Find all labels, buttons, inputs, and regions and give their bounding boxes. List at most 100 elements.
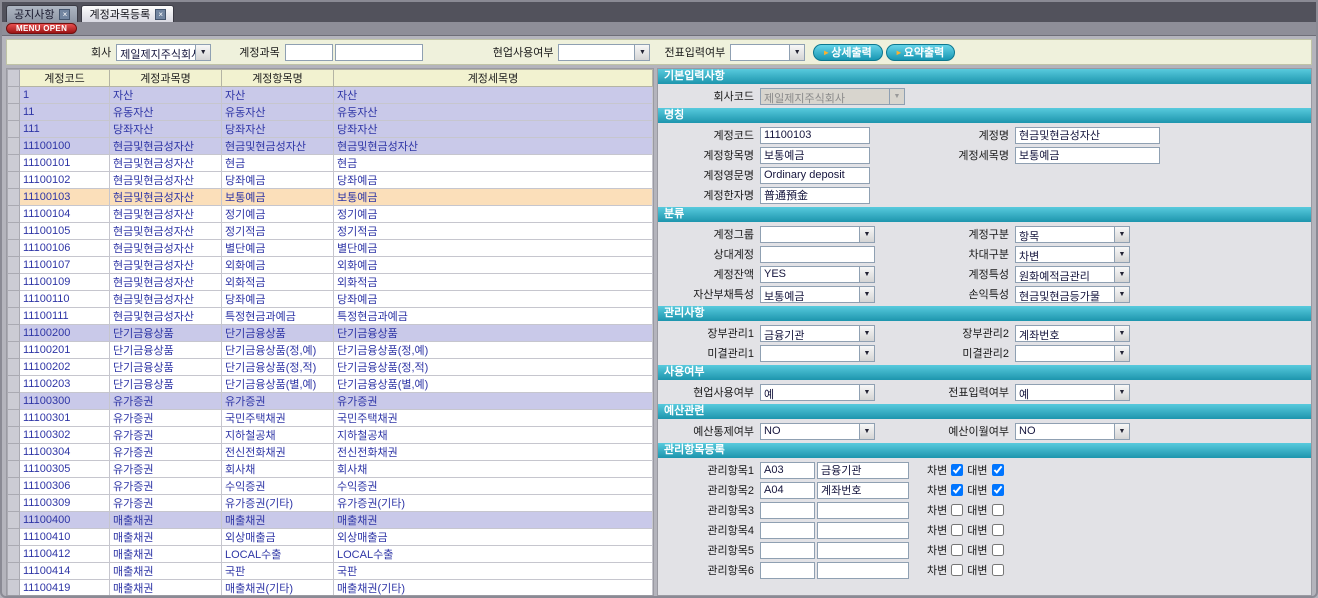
mgmt-item-code-input[interactable] [760, 542, 815, 559]
table-row[interactable]: 11100305유가증권회사채회사채 [8, 461, 653, 478]
mgmt-item-code-input[interactable] [760, 562, 815, 579]
row-indicator[interactable] [8, 427, 20, 444]
chevron-down-icon[interactable]: ▼ [859, 267, 874, 282]
tab-close-icon[interactable]: × [155, 9, 166, 20]
chevron-down-icon[interactable]: ▼ [1114, 227, 1129, 242]
table-row[interactable]: 11100103현금및현금성자산보통예금보통예금 [8, 189, 653, 206]
account-division-select[interactable]: 항목 ▼ [1015, 226, 1130, 243]
item-name-input[interactable] [760, 147, 870, 164]
mgmt-item-name-input[interactable] [817, 522, 909, 539]
tab-notice[interactable]: 공지사항 × [6, 5, 78, 22]
chevron-down-icon[interactable]: ▼ [1114, 287, 1129, 302]
table-row[interactable]: 11100104현금및현금성자산정기예금정기예금 [8, 206, 653, 223]
budget-control-select[interactable]: NO ▼ [760, 423, 875, 440]
field-use-filter-select[interactable]: ▼ [558, 44, 650, 61]
table-row[interactable]: 11유동자산유동자산유동자산 [8, 104, 653, 121]
row-indicator[interactable] [8, 580, 20, 597]
mgmt-item-name-input[interactable] [817, 482, 909, 499]
row-indicator[interactable] [8, 308, 20, 325]
table-row[interactable]: 11100419매출채권매출채권(기타)매출채권(기타) [8, 580, 653, 597]
chevron-down-icon[interactable]: ▼ [1114, 326, 1129, 341]
mgmt-item-name-input[interactable] [817, 542, 909, 559]
row-indicator[interactable] [8, 444, 20, 461]
account-name-input[interactable] [1015, 127, 1160, 144]
mgmt-item-name-input[interactable] [817, 462, 909, 479]
hanja-name-input[interactable] [760, 187, 870, 204]
mgmt-item-name-input[interactable] [817, 562, 909, 579]
table-row[interactable]: 11100203단기금융상품단기금융상품(별,예)단기금융상품(별,예) [8, 376, 653, 393]
slip-entry-filter-select[interactable]: ▼ [730, 44, 805, 61]
row-indicator[interactable] [8, 410, 20, 427]
table-row[interactable]: 11100306유가증권수익증권수익증권 [8, 478, 653, 495]
pending1-select[interactable]: ▼ [760, 345, 875, 362]
menu-open-button[interactable]: MENU OPEN [6, 23, 77, 34]
debit-checkbox[interactable] [951, 524, 963, 536]
chevron-down-icon[interactable]: ▼ [634, 45, 649, 60]
mgmt-item-code-input[interactable] [760, 462, 815, 479]
row-indicator[interactable] [8, 563, 20, 580]
table-row[interactable]: 11100300유가증권유가증권유가증권 [8, 393, 653, 410]
table-row[interactable]: 1자산자산자산 [8, 87, 653, 104]
chevron-down-icon[interactable]: ▼ [859, 227, 874, 242]
tab-account-registration[interactable]: 계정과목등록 × [81, 5, 174, 22]
pending2-select[interactable]: ▼ [1015, 345, 1130, 362]
row-indicator[interactable] [8, 189, 20, 206]
table-row[interactable]: 11100304유가증권전신전화채권전신전화채권 [8, 444, 653, 461]
table-row[interactable]: 11100201단기금융상품단기금융상품(정,예)단기금융상품(정,예) [8, 342, 653, 359]
tab-close-icon[interactable]: × [59, 9, 70, 20]
summary-print-button[interactable]: ▸ 요약출력 [886, 44, 956, 61]
row-indicator[interactable] [8, 359, 20, 376]
account-group-select[interactable]: ▼ [760, 226, 875, 243]
ledger2-select[interactable]: 계좌번호 ▼ [1015, 325, 1130, 342]
table-row[interactable]: 11100309유가증권유가증권(기타)유가증권(기타) [8, 495, 653, 512]
table-row[interactable]: 11100109현금및현금성자산외화적금외화적금 [8, 274, 653, 291]
credit-checkbox[interactable] [992, 564, 1004, 576]
chevron-down-icon[interactable]: ▼ [789, 45, 804, 60]
table-row[interactable]: 11100202단기금융상품단기금융상품(정,적)단기금융상품(정,적) [8, 359, 653, 376]
account-code-filter-input[interactable] [285, 44, 333, 61]
field-use-select[interactable]: 예 ▼ [760, 384, 875, 401]
chevron-down-icon[interactable]: ▼ [1114, 424, 1129, 439]
row-indicator[interactable] [8, 325, 20, 342]
row-indicator[interactable] [8, 274, 20, 291]
table-row[interactable]: 11100106현금및현금성자산별단예금별단예금 [8, 240, 653, 257]
row-indicator[interactable] [8, 87, 20, 104]
chevron-down-icon[interactable]: ▼ [859, 287, 874, 302]
debit-checkbox[interactable] [951, 564, 963, 576]
row-indicator[interactable] [8, 138, 20, 155]
chevron-down-icon[interactable]: ▼ [859, 326, 874, 341]
row-indicator[interactable] [8, 529, 20, 546]
chevron-down-icon[interactable]: ▼ [859, 424, 874, 439]
ledger1-select[interactable]: 금융기관 ▼ [760, 325, 875, 342]
table-row[interactable]: 11100200단기금융상품단기금융상품단기금융상품 [8, 325, 653, 342]
debit-checkbox[interactable] [951, 504, 963, 516]
english-name-input[interactable] [760, 167, 870, 184]
detail-print-button[interactable]: ▸ 상세출력 [813, 44, 883, 61]
budget-carryover-select[interactable]: NO ▼ [1015, 423, 1130, 440]
chevron-down-icon[interactable]: ▼ [195, 45, 210, 60]
chevron-down-icon[interactable]: ▼ [1114, 247, 1129, 262]
table-row[interactable]: 11100301유가증권국민주택채권국민주택채권 [8, 410, 653, 427]
table-row[interactable]: 11100414매출채권국판국판 [8, 563, 653, 580]
mgmt-item-name-input[interactable] [817, 502, 909, 519]
credit-checkbox[interactable] [992, 524, 1004, 536]
credit-checkbox[interactable] [992, 464, 1004, 476]
mgmt-item-code-input[interactable] [760, 502, 815, 519]
debit-credit-division-select[interactable]: 차변 ▼ [1015, 246, 1130, 263]
row-indicator[interactable] [8, 172, 20, 189]
company-select[interactable]: 제일제지주식회사 ▼ [116, 44, 211, 61]
row-indicator[interactable] [8, 546, 20, 563]
row-indicator[interactable] [8, 495, 20, 512]
chevron-down-icon[interactable]: ▼ [859, 346, 874, 361]
table-row[interactable]: 11100100현금및현금성자산현금및현금성자산현금및현금성자산 [8, 138, 653, 155]
row-indicator[interactable] [8, 461, 20, 478]
asset-liability-trait-select[interactable]: 보통예금 ▼ [760, 286, 875, 303]
chevron-down-icon[interactable]: ▼ [1114, 267, 1129, 282]
table-row[interactable]: 11100110현금및현금성자산당좌예금당좌예금 [8, 291, 653, 308]
row-indicator[interactable] [8, 223, 20, 240]
table-row[interactable]: 11100105현금및현금성자산정기적금정기적금 [8, 223, 653, 240]
table-row[interactable]: 11100412매출채권LOCAL수출LOCAL수출 [8, 546, 653, 563]
row-indicator[interactable] [8, 240, 20, 257]
table-row[interactable]: 111당좌자산당좌자산당좌자산 [8, 121, 653, 138]
row-indicator[interactable] [8, 478, 20, 495]
